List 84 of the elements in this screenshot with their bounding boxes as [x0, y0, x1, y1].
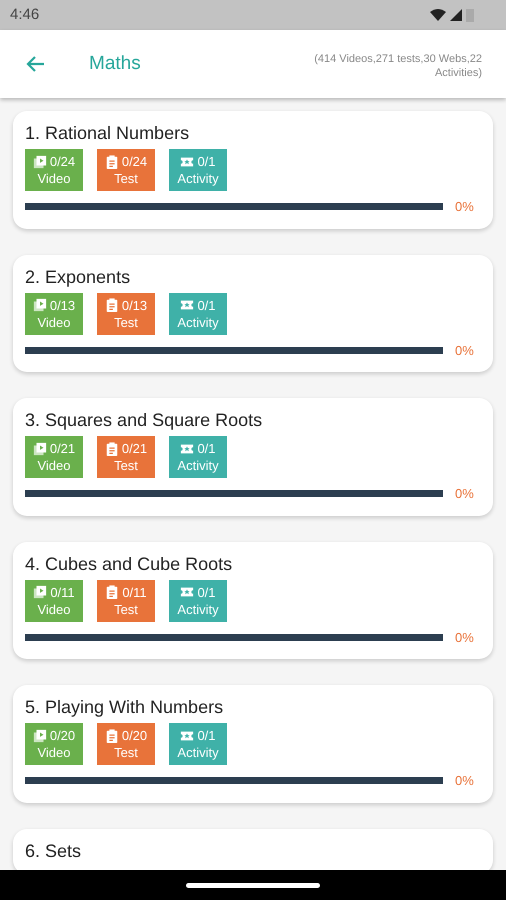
progress-percent: 0% [455, 628, 475, 646]
badge-count: 0/1 [197, 296, 216, 314]
badge-count: 0/21 [50, 440, 76, 457]
progress-badge[interactable]: 0/1 Activity [169, 436, 227, 478]
progress-badge[interactable]: 0/13 Video [25, 292, 83, 334]
signal-icon [450, 9, 462, 21]
badge-count: 0/21 [122, 440, 148, 457]
chapter-title: 6. Sets [25, 840, 82, 862]
video-icon [32, 728, 47, 742]
chapter-title: 2. Exponents [25, 266, 132, 288]
content-summary: (414 Videos,271 tests,30 Webs,22 Activities) [313, 52, 482, 80]
badge-label: Test [114, 457, 138, 474]
chapter-title: 4. Cubes and Cube Roots [25, 552, 234, 574]
progress-percent: 0% [455, 342, 475, 360]
badge-count: 0/1 [197, 440, 216, 457]
badge-label: Test [114, 170, 138, 187]
progress-badge[interactable]: 0/1 Activity [169, 580, 227, 622]
ticket-icon [180, 154, 194, 168]
badge-label: Video [37, 170, 70, 187]
chapter-card[interactable]: 4. Cubes and Cube Roots 0/11 Video 0/11 Test 0/1 Activity 0% [13, 542, 493, 659]
ticket-icon [180, 728, 194, 742]
ticket-icon [180, 298, 194, 312]
progress-badge[interactable]: 0/1 Activity [169, 723, 227, 765]
progress-badge[interactable]: 0/11 Test [97, 580, 155, 622]
progress-badge[interactable]: 0/13 Test [97, 292, 155, 334]
chapter-title: 1. Rational Numbers [25, 122, 190, 144]
badge-count: 0/24 [50, 153, 76, 170]
badge-label: Test [114, 600, 138, 618]
badge-count: 0/24 [122, 153, 148, 170]
progress-badge[interactable]: 0/21 Test [97, 436, 155, 478]
progress-percent: 0% [455, 485, 475, 503]
badge-label: Video [37, 314, 70, 330]
badge-label: Activity [177, 744, 219, 761]
chapter-card[interactable]: 1. Rational Numbers 0/24 Video 0/24 Test 0/1 Activity 0% [13, 111, 493, 228]
progress-badge[interactable]: 0/1 Activity [169, 149, 227, 191]
progress-badge[interactable]: 0/24 Test [97, 149, 155, 191]
clipboard-icon [104, 442, 119, 456]
chapter-card[interactable]: 2. Exponents 0/13 Video 0/13 Test 0/1 Activity 0% [13, 254, 493, 372]
progress-badge[interactable]: 0/1 Activity [169, 292, 227, 334]
progress-badge[interactable]: 0/21 Video [25, 436, 83, 478]
clipboard-icon [105, 585, 120, 599]
wifi-icon [430, 9, 446, 21]
progress-percent: 0% [455, 772, 475, 790]
progress-badge[interactable]: 0/24 Video [25, 149, 83, 191]
clipboard-icon [104, 154, 119, 168]
badge-label: Activity [177, 314, 219, 330]
video-icon [32, 154, 47, 168]
video-icon [32, 442, 47, 456]
progress-badge[interactable]: 0/11 Video [25, 580, 83, 622]
progress-badge[interactable]: 0/20 Test [97, 723, 155, 765]
badge-count: 0/13 [50, 296, 76, 314]
badge-count: 0/1 [197, 584, 216, 600]
clipboard-icon [104, 728, 119, 742]
badge-label: Activity [177, 457, 219, 474]
badge-label: Test [114, 744, 138, 761]
clipboard-icon [104, 298, 119, 312]
badge-count: 0/20 [50, 727, 76, 744]
ticket-icon [180, 442, 194, 456]
badge-label: Activity [177, 600, 219, 618]
badge-count: 0/1 [197, 727, 216, 744]
badge-label: Video [37, 457, 70, 474]
ticket-icon [180, 585, 194, 599]
video-icon [32, 298, 47, 312]
page-title: Maths [89, 52, 141, 76]
chapter-title: 3. Squares and Square Roots [25, 409, 264, 431]
chapter-card[interactable]: 3. Squares and Square Roots 0/21 Video 0/21 Test 0/1 Activity 0% [13, 398, 493, 516]
badge-count: 0/20 [122, 727, 148, 744]
badge-count: 0/11 [122, 584, 147, 600]
badge-label: Test [114, 314, 138, 330]
progress-badge[interactable]: 0/20 Video [25, 723, 83, 765]
chapter-card[interactable]: 6. Sets [13, 828, 493, 870]
badge-count: 0/13 [122, 296, 148, 314]
video-icon [33, 585, 48, 599]
home-handle[interactable] [186, 882, 320, 888]
badge-label: Activity [177, 170, 219, 187]
badge-label: Video [37, 600, 70, 618]
chapter-title: 5. Playing With Numbers [25, 696, 224, 718]
badge-count: 0/11 [50, 584, 75, 600]
progress-percent: 0% [455, 198, 475, 216]
badge-count: 0/1 [197, 153, 216, 170]
badge-label: Video [37, 744, 70, 761]
status-time: 4:46 [10, 4, 40, 25]
chapter-card[interactable]: 5. Playing With Numbers 0/20 Video 0/20 Test 0/1 Activity 0% [13, 685, 493, 802]
battery-icon [466, 8, 474, 22]
